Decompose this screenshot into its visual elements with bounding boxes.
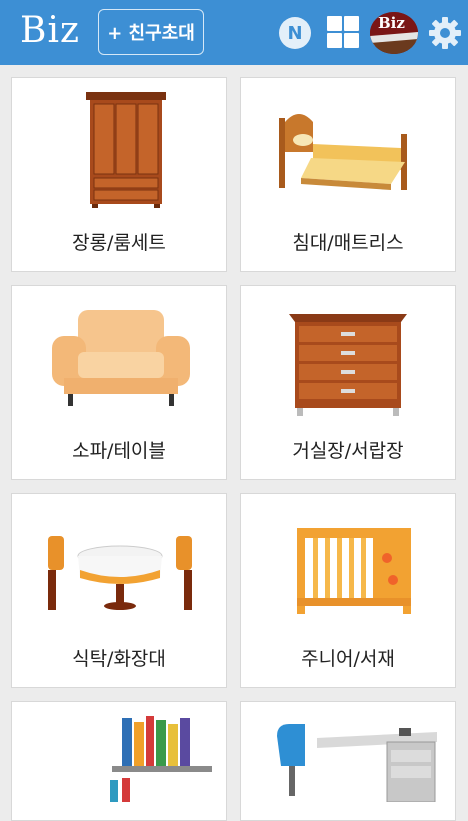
notification-n-icon[interactable]: N — [279, 17, 311, 49]
grid-menu-icon[interactable] — [327, 16, 359, 48]
category-card-dining[interactable]: 식탁/화장대 — [11, 493, 227, 688]
crib-image — [297, 528, 411, 614]
top-bar: Biz + 친구초대 N Biz — [0, 0, 468, 65]
category-card-sofa[interactable]: 소파/테이블 — [11, 285, 227, 480]
drawer-chest-image — [289, 314, 407, 416]
dining-table-image — [48, 536, 192, 610]
category-label: 식탁/화장대 — [72, 648, 166, 670]
bookshelf-image — [110, 716, 212, 802]
category-label: 거실장/서랍장 — [292, 440, 404, 462]
avatar-label: Biz — [378, 14, 405, 32]
category-card-bookshelf[interactable] — [11, 701, 227, 821]
category-label: 장롱/룸세트 — [72, 232, 166, 254]
wardrobe-image — [86, 92, 166, 208]
category-label: 소파/테이블 — [72, 440, 166, 462]
invite-friends-button[interactable]: + 친구초대 — [98, 9, 204, 55]
category-label: 침대/매트리스 — [292, 232, 404, 254]
app-logo: Biz — [20, 10, 80, 51]
desk-image — [277, 724, 437, 802]
category-card-junior[interactable]: 주니어/서재 — [240, 493, 456, 688]
category-card-bed[interactable]: 침대/매트리스 — [240, 77, 456, 272]
category-card-drawer-chest[interactable]: 거실장/서랍장 — [240, 285, 456, 480]
settings-gear-icon[interactable] — [428, 16, 462, 50]
sofa-image — [52, 310, 190, 406]
category-label: 주니어/서재 — [301, 648, 395, 670]
category-card-desk[interactable] — [240, 701, 456, 821]
bed-image — [279, 114, 407, 190]
biz-avatar[interactable]: Biz — [370, 12, 418, 54]
category-card-wardrobe[interactable]: 장롱/룸세트 — [11, 77, 227, 272]
